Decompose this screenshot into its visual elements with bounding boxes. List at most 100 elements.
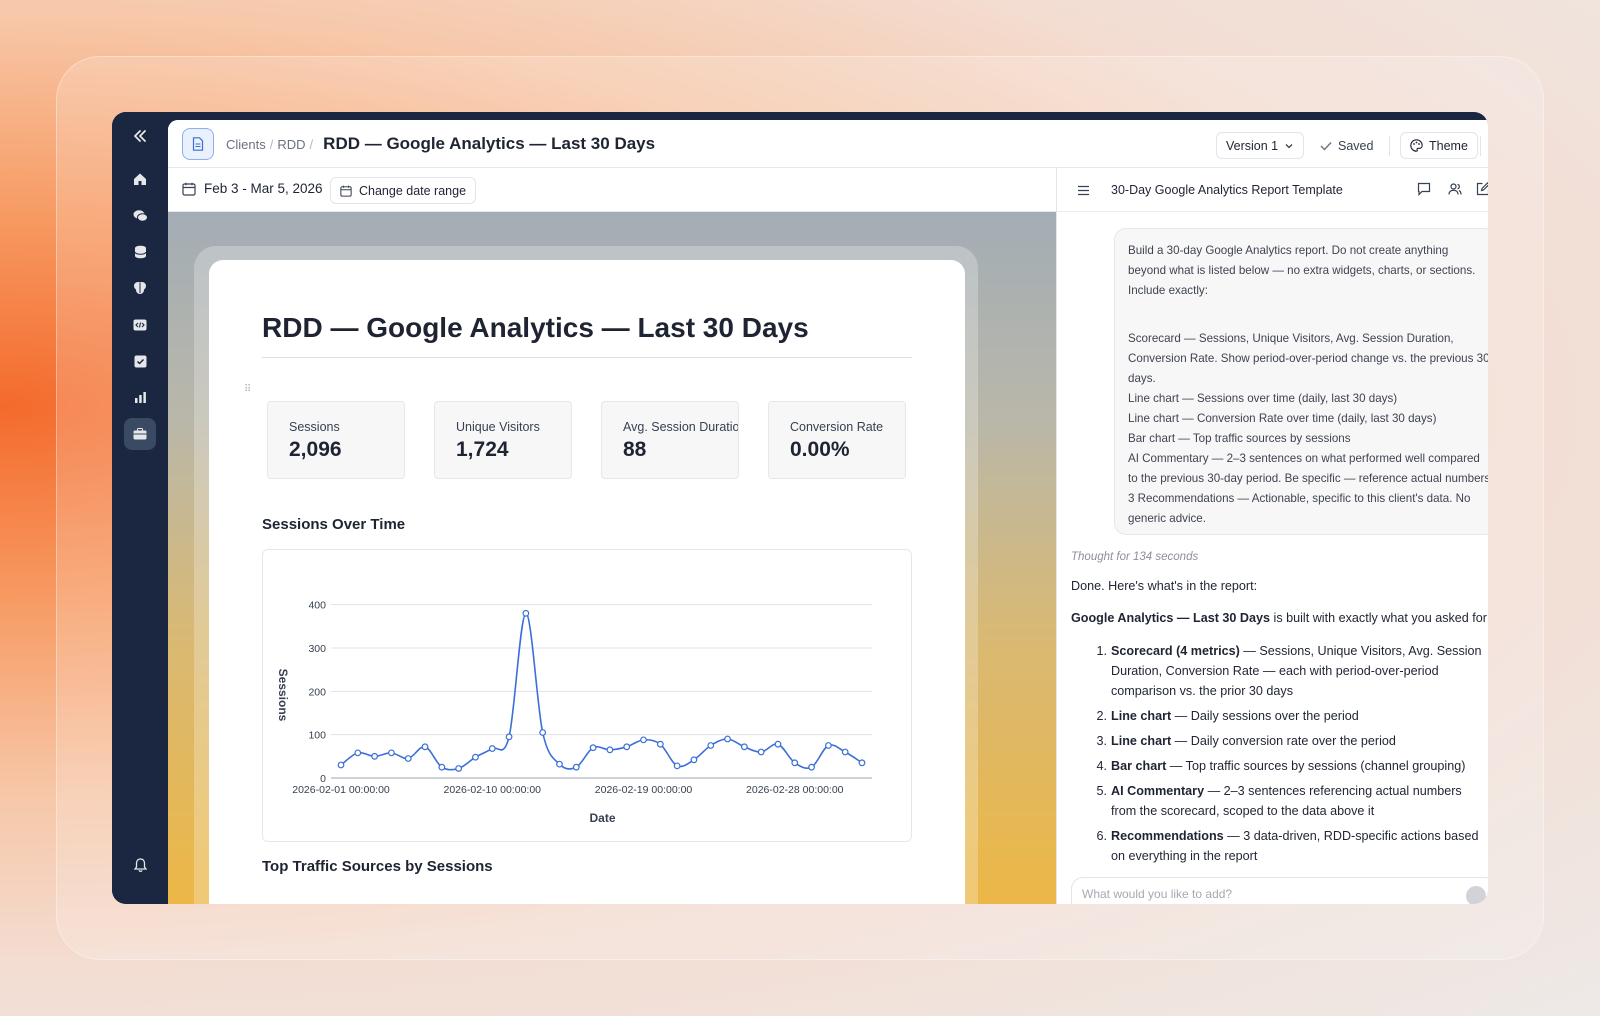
list-item-bold: AI Commentary: [1111, 784, 1205, 798]
send-button[interactable]: [1466, 886, 1486, 904]
code-icon[interactable]: [124, 309, 156, 341]
list-item: 1. Scorecard (4 metrics) — Sessions, Uniq…: [1091, 641, 1486, 701]
assistant-header: 30-Day Google Analytics Report Template: [1057, 168, 1488, 212]
title-divider: [262, 357, 912, 358]
version-select[interactable]: Version 1: [1216, 132, 1305, 159]
data-point: [589, 744, 597, 752]
prompt-line: generic advice.: [1128, 512, 1206, 525]
check-icon: [1320, 141, 1332, 151]
prompt-line: Line chart — Conversion Rate over time (…: [1128, 412, 1437, 425]
theme-button[interactable]: Theme: [1400, 132, 1478, 159]
data-point: [388, 749, 395, 757]
data-point: [421, 743, 429, 751]
x-axis-label: Date: [589, 811, 615, 825]
sessions-chart: 0 100 200 300 400 2026-02-01 00:00:00 2026-02-…: [262, 549, 912, 842]
report-canvas: RDD — Google Analytics — Last 30 Days ⠿ …: [168, 212, 1056, 904]
list-number: 5.: [1096, 784, 1107, 798]
checkbox-icon[interactable]: [124, 345, 156, 377]
assistant-title: 30-Day Google Analytics Report Template: [1111, 183, 1343, 197]
edit-icon[interactable]: [1476, 182, 1488, 201]
breadcrumb: Clients / RDD / RDD — Google Analytics —…: [226, 134, 655, 154]
list-number: 6.: [1096, 829, 1107, 843]
y-tick-label: 400: [308, 600, 326, 612]
list-item-bold: Scorecard (4 metrics): [1111, 644, 1240, 658]
data-point: [824, 742, 832, 749]
data-point: [572, 763, 580, 771]
data-point: [472, 753, 479, 761]
data-point: [539, 729, 547, 736]
metric-value: 0.00%: [790, 438, 850, 461]
comment-icon[interactable]: [1417, 182, 1431, 201]
bell-icon[interactable]: [124, 849, 156, 881]
x-tick-label: 2026-02-01 00:00:00: [292, 784, 390, 796]
report-title[interactable]: RDD — Google Analytics — Last 30 Days: [262, 312, 809, 344]
breadcrumb-separator: /: [269, 137, 274, 152]
brain-icon[interactable]: [124, 272, 156, 304]
data-point: [690, 756, 698, 764]
prompt-line: to the previous 30-day period. Be specif…: [1128, 472, 1488, 485]
answer-intro: Done. Here's what's in the report:: [1071, 579, 1258, 593]
bar-chart-icon[interactable]: [124, 381, 156, 413]
prompt-line: [1128, 301, 1482, 321]
date-range-label: Feb 3 - Mar 5, 2026: [204, 181, 323, 196]
users-icon[interactable]: [1448, 182, 1462, 201]
collapse-icon[interactable]: [124, 120, 156, 152]
data-point: [522, 609, 530, 617]
data-point: [656, 740, 664, 748]
prompt-line: beyond what is listed below — no extra w…: [1128, 264, 1476, 277]
list-item-bold: Recommendations: [1111, 829, 1224, 843]
answer-list: 1. Scorecard (4 metrics) — Sessions, Uniq…: [1091, 641, 1486, 871]
chat-input[interactable]: What would you like to add?: [1071, 877, 1488, 904]
metric-card[interactable]: Sessions 2,096: [267, 401, 405, 479]
palette-icon: [1410, 139, 1423, 152]
document-icon: [182, 128, 214, 160]
metric-label: Sessions: [289, 420, 340, 434]
thought-duration[interactable]: Thought for 134 seconds: [1071, 551, 1198, 563]
answer-lead: Google Analytics — Last 30 Days is built…: [1071, 611, 1488, 625]
home-icon[interactable]: [124, 163, 156, 195]
data-point: [455, 765, 463, 772]
metric-label: Avg. Session Duration: [623, 420, 739, 434]
data-point: [707, 742, 715, 749]
list-item: 5. AI Commentary — 2–3 sentences referenc…: [1091, 781, 1486, 821]
menu-icon[interactable]: [1077, 183, 1090, 201]
list-number: 4.: [1096, 759, 1107, 773]
main-area: Clients / RDD / RDD — Google Analytics —…: [168, 120, 1488, 904]
data-point: [505, 733, 513, 741]
list-item: 4. Bar chart — Top traffic sources by ses…: [1091, 756, 1486, 776]
breadcrumb-item[interactable]: RDD: [277, 137, 305, 152]
y-axis-label: Sessions: [276, 669, 290, 722]
data-point: [404, 755, 412, 762]
drag-handle-icon[interactable]: ⠿: [244, 384, 251, 395]
metric-card[interactable]: Conversion Rate 0.00%: [768, 401, 906, 479]
divider: [1389, 136, 1390, 156]
list-item-bold: Line chart: [1111, 709, 1172, 723]
breadcrumb-separator: /: [309, 137, 314, 152]
saved-status: Saved: [1320, 132, 1373, 159]
briefcase-icon[interactable]: [124, 418, 156, 450]
breadcrumb-item[interactable]: Clients: [226, 137, 266, 152]
answer-lead-bold: Google Analytics — Last 30 Days: [1071, 611, 1271, 625]
prompt-line: Conversion Rate. Show period-over-period…: [1128, 352, 1488, 365]
data-point: [606, 746, 614, 754]
prompt-line: AI Commentary — 2–3 sentences on what pe…: [1128, 452, 1480, 465]
list-item: 2. Line chart — Daily sessions over the p…: [1091, 706, 1486, 726]
metric-value: 88: [623, 438, 647, 461]
data-point: [623, 743, 631, 751]
page-title: RDD — Google Analytics — Last 30 Days: [323, 134, 656, 153]
metric-value: 1,724: [456, 438, 509, 461]
x-tick-label: 2026-02-10 00:00:00: [444, 784, 542, 796]
chat-icon[interactable]: [124, 200, 156, 232]
data-point: [673, 762, 681, 770]
sessions-section-title: Sessions Over Time: [262, 516, 406, 533]
metric-card[interactable]: Unique Visitors 1,724: [434, 401, 572, 479]
data-point: [354, 749, 362, 757]
prompt-line: Bar chart — Top traffic sources by sessi…: [1128, 432, 1351, 445]
metric-card[interactable]: Avg. Session Duration 88: [601, 401, 739, 479]
user-prompt: Build a 30-day Google Analytics report. …: [1114, 228, 1488, 535]
list-item-bold: Line chart: [1111, 734, 1172, 748]
list-item-text: — Daily sessions over the period: [1171, 709, 1359, 723]
database-icon[interactable]: [124, 236, 156, 268]
change-date-range-button[interactable]: Change date range: [330, 177, 477, 204]
metric-value: 2,096: [289, 438, 342, 461]
